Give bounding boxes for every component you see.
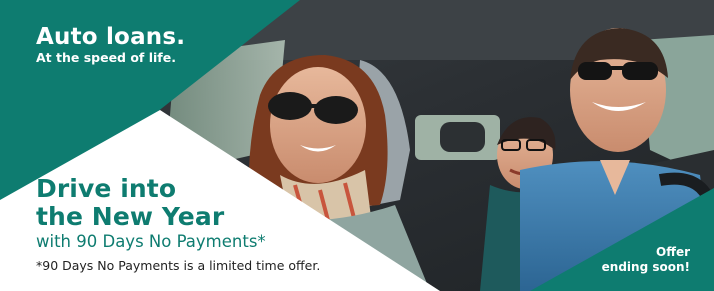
promo-title-line1: Drive into — [36, 174, 177, 203]
promo-title: Drive into the New Year — [36, 175, 416, 231]
offer-line1: Offer — [656, 245, 690, 259]
promo-title-line2: the New Year — [36, 202, 225, 231]
offer-badge: Offer ending soon! — [602, 245, 690, 275]
headline-block: Auto loans. At the speed of life. — [36, 26, 185, 65]
promo-block: Drive into the New Year with 90 Days No … — [36, 175, 416, 274]
disclaimer: *90 Days No Payments is a limited time o… — [36, 258, 321, 273]
promo-subtitle: with 90 Days No Payments* — [36, 232, 266, 251]
tagline: At the speed of life. — [36, 50, 176, 65]
headline: Auto loans. — [36, 24, 186, 50]
auto-loan-banner[interactable]: Auto loans. At the speed of life. Drive … — [0, 0, 714, 291]
offer-line2: ending soon! — [601, 260, 690, 274]
